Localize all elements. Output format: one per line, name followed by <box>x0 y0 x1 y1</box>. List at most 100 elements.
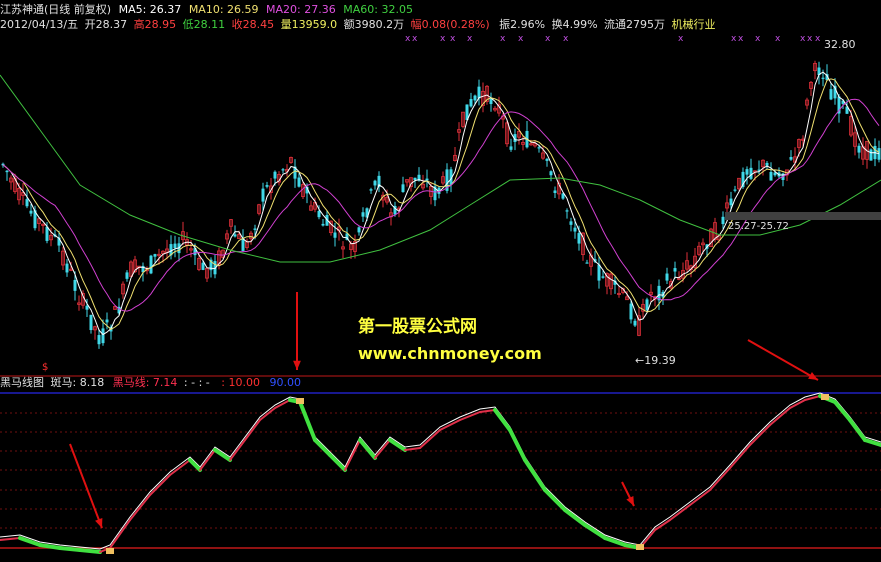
candle-body <box>633 320 637 326</box>
candle-body <box>665 273 669 281</box>
top-cross-mark: x <box>807 34 813 44</box>
candle-body <box>857 145 861 153</box>
candle-body <box>473 95 477 101</box>
top-cross-mark: x <box>412 34 418 44</box>
candle-body <box>253 228 257 230</box>
candle-body <box>73 279 77 291</box>
indicator-segment <box>689 489 711 506</box>
ma10-value: MA10: 26.59 <box>188 3 259 16</box>
top-cross-mark: x <box>815 34 821 44</box>
candle-body <box>565 210 569 212</box>
stock-title: 江苏神通(日线 前复权) <box>0 3 112 16</box>
indicator-segment <box>78 548 102 554</box>
low-price: 低28.11 <box>182 18 226 31</box>
candle-body <box>373 180 377 186</box>
indicator-segment <box>169 459 191 476</box>
candle-body <box>149 255 153 274</box>
indicator-segment <box>313 438 332 457</box>
bar-date: 2012/04/13/五 <box>0 18 79 31</box>
chart-window: xxxxxxxxxxxxxxxxx 江苏神通(日线 前复权) MA5: 26.3… <box>0 0 881 562</box>
candle-body <box>569 221 573 225</box>
indicator-segment <box>298 400 317 442</box>
chart-canvas[interactable]: xxxxxxxxxxxxxxxxx <box>0 0 881 562</box>
high-price-label: 32.80 <box>824 38 856 51</box>
watermark-title: 第一股票公式网 <box>358 317 477 337</box>
candle-body <box>5 170 9 173</box>
candle-body <box>317 211 321 218</box>
indicator-segment <box>328 453 347 472</box>
ma60-line <box>0 74 881 263</box>
candle-body <box>401 184 405 193</box>
candle-body <box>869 149 873 161</box>
candle-body <box>101 328 105 344</box>
indicator-segment <box>603 536 627 547</box>
indicator-segment <box>358 438 377 460</box>
top-cross-mark: x <box>738 34 744 44</box>
top-cross-mark: x <box>500 34 506 44</box>
candle-body <box>477 86 481 99</box>
indicator-segment <box>769 407 791 426</box>
red-arrow-head <box>293 360 301 370</box>
candle-body <box>357 227 361 233</box>
ma10-line <box>2 78 880 331</box>
indicator-segment <box>508 428 527 462</box>
high-level-value: 90.00 <box>269 376 301 389</box>
candle-body <box>65 263 69 273</box>
candle-body <box>89 314 93 331</box>
candle-body <box>721 216 725 225</box>
candle-body <box>281 169 285 171</box>
indicator-segment <box>58 546 82 552</box>
black-horse-label: 黑马线: 7.14 <box>112 376 178 389</box>
candle-body <box>125 272 129 279</box>
candle-body <box>97 335 101 345</box>
signal-dot <box>821 394 829 400</box>
candle-body <box>601 276 605 278</box>
indicator-segment <box>244 419 261 441</box>
indicator-segment <box>229 439 246 461</box>
indicator-dashes: : - : - <box>183 376 210 389</box>
candle-body <box>829 89 833 100</box>
candle-body <box>85 305 89 310</box>
amplitude-value: 振2.96% <box>499 18 546 31</box>
candle-body <box>425 178 429 181</box>
top-cross-mark: x <box>563 34 569 44</box>
candle-body <box>537 147 541 149</box>
top-cross-mark: x <box>450 34 456 44</box>
candle-body <box>789 157 793 160</box>
low-price-label: ←19.39 <box>635 354 676 367</box>
indicator-name: 黑马线图 <box>0 376 44 389</box>
indicator-segment <box>344 439 361 471</box>
candle-body <box>749 167 753 179</box>
red-arrow <box>69 443 103 529</box>
indicator-segment <box>709 467 731 491</box>
top-cross-mark: x <box>755 34 761 44</box>
candle-body <box>585 262 589 264</box>
signal-dot <box>636 544 644 550</box>
signal-dot <box>106 548 114 554</box>
candle-body <box>25 199 29 207</box>
amount-value: 额3980.2万 <box>343 18 405 31</box>
candle-body <box>597 264 601 281</box>
candle-body <box>321 223 325 226</box>
top-cross-mark: x <box>731 34 737 44</box>
price-range-label: 25.27-25.72 <box>728 221 789 232</box>
candle-body <box>469 98 473 107</box>
candle-body <box>233 234 237 237</box>
candle-body <box>577 233 581 244</box>
candle-body <box>29 210 33 214</box>
indicator-header: 黑马线图 斑马: 8.18 黑马线: 7.14 : - : - : 10.00 … <box>0 376 301 389</box>
candle-body <box>105 319 109 323</box>
range-box <box>725 212 881 220</box>
industry-label: 机械行业 <box>671 18 716 31</box>
header-line-2: 2012/04/13/五 开28.37 高28.95 低28.11 收28.45… <box>0 18 716 31</box>
candle-body <box>45 226 49 241</box>
indicator-segment <box>259 407 276 421</box>
candle-body <box>769 171 773 181</box>
indicator-segment <box>479 409 496 413</box>
indicator-segment <box>833 400 852 422</box>
indicator-segment <box>563 508 587 527</box>
candle-body <box>629 303 633 320</box>
top-cross-mark: x <box>518 34 524 44</box>
ma20-value: MA20: 27.36 <box>266 3 336 16</box>
top-cross-mark: x <box>405 34 411 44</box>
